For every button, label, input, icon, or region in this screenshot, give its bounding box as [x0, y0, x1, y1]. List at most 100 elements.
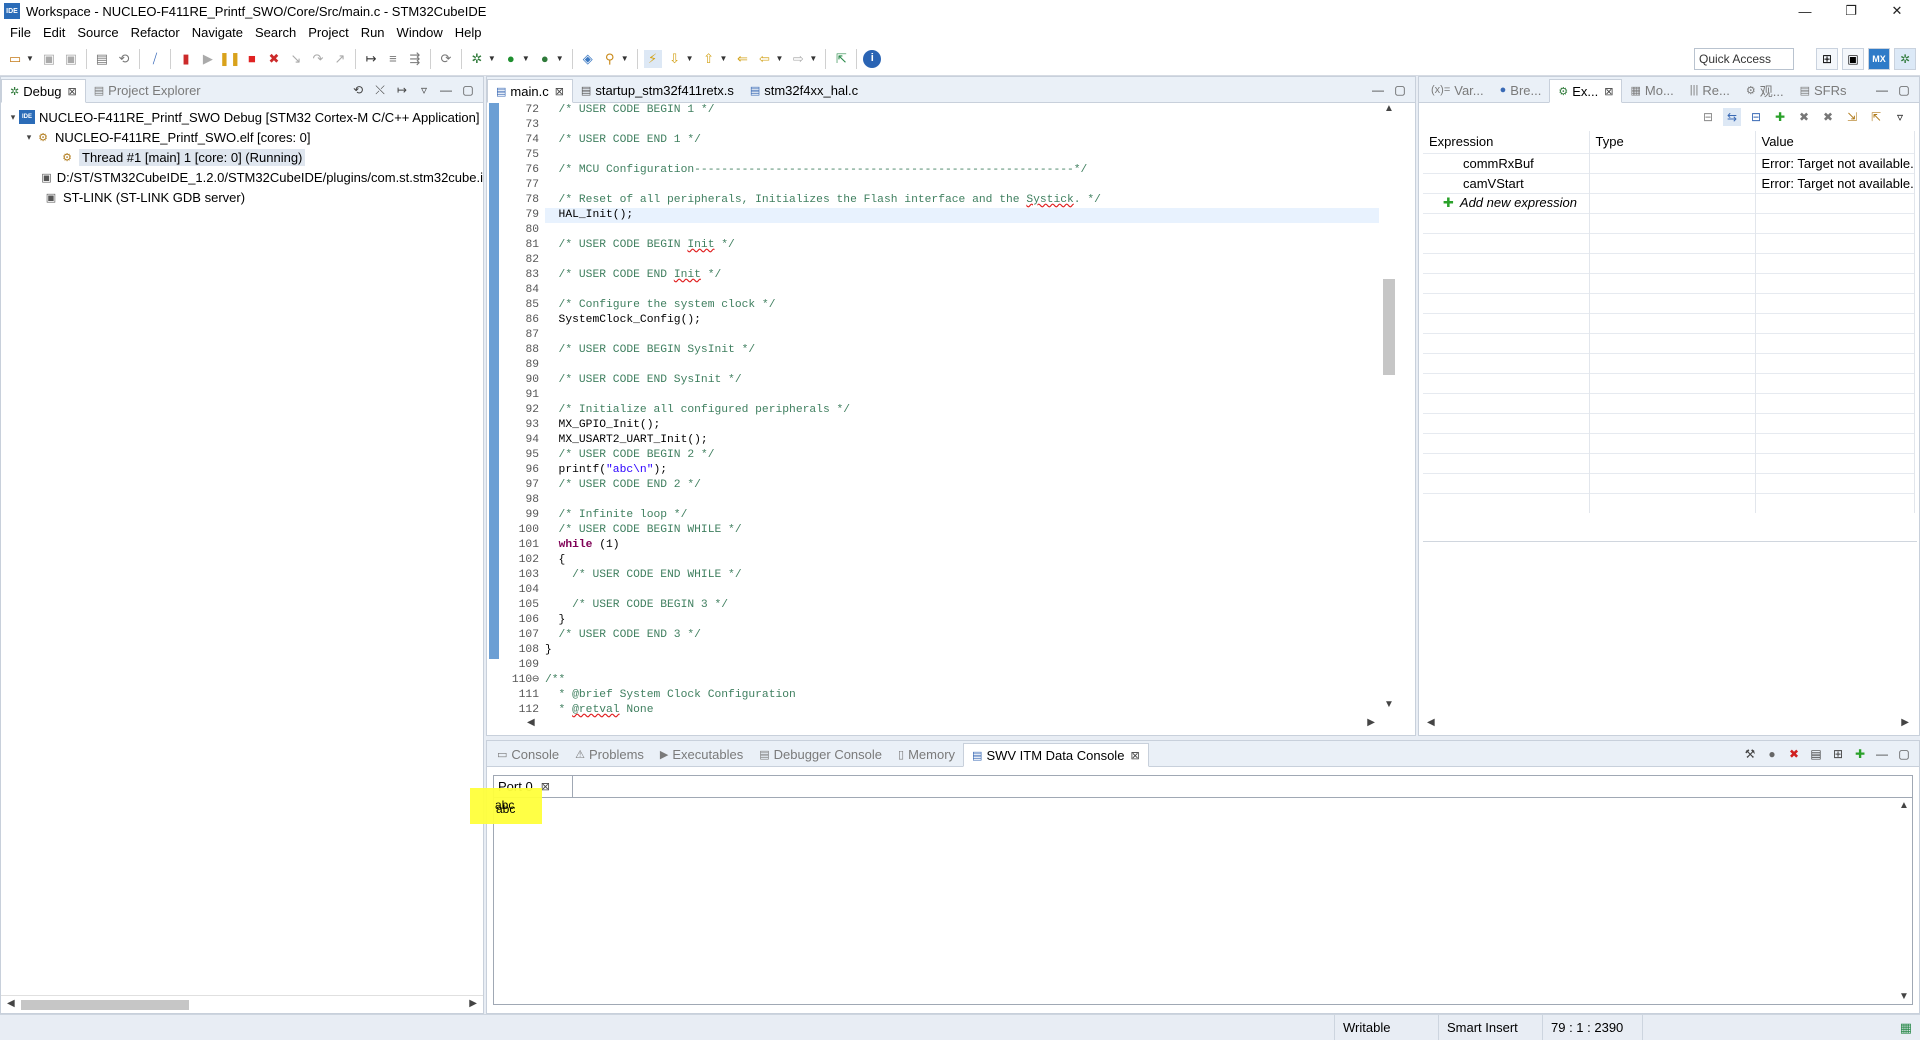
restore-button[interactable]: ❐	[1828, 0, 1874, 22]
chevron-down-icon[interactable]: ▾	[7, 112, 19, 123]
code-line[interactable]: /* USER CODE BEGIN SysInit */	[545, 343, 1379, 358]
open-type-icon[interactable]: ◈	[579, 50, 597, 68]
skip-breakpoints-icon[interactable]: ⧸	[146, 50, 164, 68]
code-line[interactable]: {	[545, 553, 1379, 568]
add-expression-cell[interactable]: ✚ Add new expression	[1423, 192, 1590, 213]
close-icon[interactable]: ⊠	[1130, 749, 1139, 762]
minimize-icon[interactable]: —	[1873, 81, 1891, 99]
next-annotation-icon[interactable]: ⇩	[666, 50, 684, 68]
scroll-right-icon[interactable]: ▶	[469, 998, 477, 1009]
details-pane-divider[interactable]	[1423, 541, 1917, 542]
vertical-scrollbar[interactable]: ▲ ▼	[1896, 798, 1912, 1004]
menu-refactor[interactable]: Refactor	[125, 25, 186, 40]
chevron-down-icon[interactable]: ▼	[775, 54, 783, 63]
configure-trace-icon[interactable]: ⚒	[1741, 745, 1759, 763]
chevron-down-icon[interactable]: ▼	[720, 54, 728, 63]
tab-project-explorer[interactable]: ▤ Project Explorer	[86, 78, 209, 102]
maximize-icon[interactable]: ▢	[1895, 81, 1913, 99]
code-editor[interactable]: 72 73 74 75 76 77 78 79 80 81 82 83 84 85 86 87 88 89 90 91…	[487, 103, 1415, 735]
horizontal-scrollbar[interactable]: ◀ ▶	[1427, 717, 1909, 731]
code-text[interactable]: /* USER CODE BEGIN 1 */ /* USER CODE END…	[545, 103, 1379, 718]
status-cursor-position[interactable]: 79 : 1 : 2390	[1542, 1015, 1642, 1040]
code-line[interactable]: /* USER CODE END 3 */	[545, 628, 1379, 643]
menu-project[interactable]: Project	[302, 25, 354, 40]
code-line[interactable]: /* USER CODE END WHILE */	[545, 568, 1379, 583]
show-logical-structure-icon[interactable]: ⇆	[1723, 107, 1741, 126]
code-line[interactable]: /* USER CODE BEGIN 2 */	[545, 448, 1379, 463]
remove-all-icon[interactable]: ✖	[1819, 108, 1837, 126]
table-row[interactable]: camVStart Error: Target not available.	[1423, 172, 1915, 193]
toggle-mark-occurrences-icon[interactable]: ⚡	[643, 49, 662, 68]
status-insert-mode[interactable]: Smart Insert	[1438, 1015, 1542, 1040]
remove-expression-icon[interactable]: ✖	[1795, 108, 1813, 126]
tab-modules[interactable]: ▦ Mo...	[1622, 78, 1681, 102]
code-line[interactable]	[545, 328, 1379, 343]
expression-name[interactable]: camVStart	[1423, 172, 1590, 193]
debug-icon[interactable]: ✲	[468, 50, 486, 68]
column-type[interactable]: Type	[1589, 131, 1756, 153]
open-perspective-icon[interactable]: ⊞	[1816, 48, 1838, 70]
code-line[interactable]: HAL_Init();	[545, 208, 1379, 223]
menu-file[interactable]: File	[4, 25, 37, 40]
code-line[interactable]	[545, 583, 1379, 598]
add-expression-row[interactable]: ✚ Add new expression	[1423, 192, 1915, 213]
scroll-left-icon[interactable]: ◀	[527, 717, 535, 728]
expression-value[interactable]: Error: Target not available.	[1755, 152, 1915, 173]
import-icon[interactable]: ⇱	[1867, 108, 1885, 126]
search-icon[interactable]: ⚲	[601, 50, 619, 68]
minimize-button[interactable]: —	[1782, 0, 1828, 22]
code-line[interactable]: SystemClock_Config();	[545, 313, 1379, 328]
add-expression-icon[interactable]: ✚	[1771, 108, 1789, 126]
expression-value[interactable]: Error: Target not available.	[1755, 172, 1915, 193]
tab-debug[interactable]: ✲ Debug ⊠	[1, 79, 86, 103]
new-icon[interactable]: ▭	[6, 50, 24, 68]
scroll-up-icon[interactable]: ▲	[1899, 800, 1909, 811]
code-line[interactable]	[545, 283, 1379, 298]
chevron-down-icon[interactable]: ▼	[621, 54, 629, 63]
scroll-down-icon[interactable]: ▼	[1384, 699, 1394, 710]
code-line[interactable]: /* Configure the system clock */	[545, 298, 1379, 313]
code-line[interactable]: /* USER CODE BEGIN Init */	[545, 238, 1379, 253]
horizontal-scrollbar[interactable]: ◀ ▶	[1, 995, 483, 1013]
view-menu-icon[interactable]: ▿	[1891, 108, 1909, 126]
tab-registers[interactable]: ||| Re...	[1682, 78, 1738, 102]
tab-console[interactable]: ▭ Console	[489, 742, 567, 766]
restart-icon[interactable]: ⇶	[406, 50, 424, 68]
show-type-names-icon[interactable]: ⊟	[1699, 108, 1717, 126]
code-line[interactable]: /* USER CODE BEGIN 3 */	[545, 598, 1379, 613]
tree-node-process[interactable]: ▾ ⚙ NUCLEO-F411RE_Printf_SWO.elf [cores:…	[3, 127, 483, 147]
chevron-down-icon[interactable]: ▼	[488, 54, 496, 63]
tab-live-expressions[interactable]: ⚙ 观...	[1738, 78, 1792, 102]
info-icon[interactable]: i	[863, 49, 882, 68]
build-icon[interactable]: ⟲	[115, 50, 133, 68]
step-into-icon[interactable]: ↘	[287, 50, 305, 68]
clear-icon[interactable]: ✖	[1785, 745, 1803, 763]
code-line[interactable]: /* USER CODE END SysInit */	[545, 373, 1379, 388]
chevron-down-icon[interactable]: ▼	[556, 54, 564, 63]
pin-editor-icon[interactable]: ⇱	[832, 50, 850, 68]
scroll-left-icon[interactable]: ◀	[1427, 717, 1435, 728]
tree-node-gdb[interactable]: ▣ D:/ST/STM32CubeIDE_1.2.0/STM32CubeIDE/…	[3, 167, 483, 187]
code-line[interactable]: }	[545, 643, 1379, 658]
port-output-text[interactable]: abc	[494, 798, 1912, 1004]
terminate-icon[interactable]: ■	[243, 50, 261, 68]
disconnect-icon[interactable]: ✖	[265, 50, 283, 68]
scroll-down-icon[interactable]: ▼	[1899, 991, 1909, 1002]
code-line[interactable]	[545, 253, 1379, 268]
save-log-icon[interactable]: ▤	[1807, 745, 1825, 763]
previous-annotation-icon[interactable]: ⇧	[700, 50, 718, 68]
quick-access-input[interactable]: Quick Access	[1694, 48, 1794, 70]
tab-main-c[interactable]: ▤ main.c ⊠	[487, 79, 573, 103]
tab-expressions[interactable]: ⚙ Ex... ⊠	[1549, 79, 1623, 103]
close-icon[interactable]: ⊠	[1604, 85, 1613, 98]
save-all-icon[interactable]: ▣	[62, 50, 80, 68]
tab-stm32f4xx-hal-c[interactable]: ▤ stm32f4xx_hal.c	[742, 78, 866, 102]
chevron-down-icon[interactable]: ▼	[686, 54, 694, 63]
remove-terminated-icon[interactable]: ⤬	[371, 81, 389, 99]
close-icon[interactable]: ⊠	[555, 85, 564, 98]
code-line[interactable]: /* MCU Configuration--------------------…	[545, 163, 1379, 178]
tab-memory[interactable]: ▯ Memory	[890, 742, 963, 766]
last-edit-location-icon[interactable]: ⇐	[733, 50, 751, 68]
code-line[interactable]	[545, 223, 1379, 238]
code-line[interactable]: while (1)	[545, 538, 1379, 553]
